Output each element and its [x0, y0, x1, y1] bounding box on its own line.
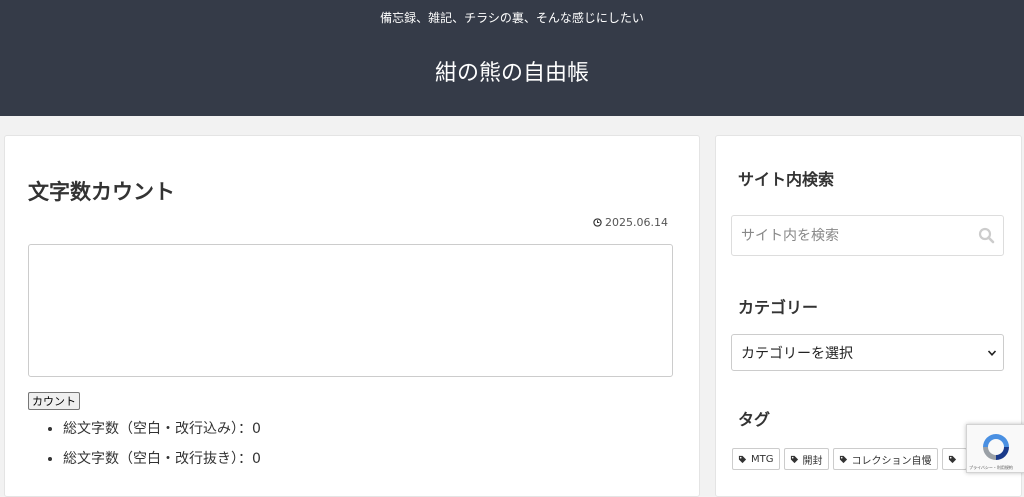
site-title[interactable]: 紺の熊の自由帳 — [0, 55, 1024, 87]
main-content-card: 文字数カウント 2025.06.14 カウント 総文字数（空白・改行込み）：0 … — [4, 135, 700, 497]
clock-icon — [593, 218, 602, 227]
site-tagline: 備忘録、雑記、チラシの裏、そんな感じにしたい — [380, 11, 644, 25]
tag-icon — [948, 455, 956, 463]
recaptcha-badge[interactable]: プライバシー・利用規約 — [966, 424, 1024, 473]
page-title: 文字数カウント — [28, 180, 175, 204]
result-list: 総文字数（空白・改行込み）：0 総文字数（空白・改行抜き）：0 — [45, 419, 261, 479]
search-box — [731, 215, 1004, 256]
tag-label: コレクション自慢 — [851, 455, 932, 467]
tag-label: 開封 — [802, 455, 823, 467]
category-select-value: カテゴリーを選択 — [741, 345, 853, 362]
chevron-down-icon — [987, 350, 997, 356]
tag-icon — [839, 455, 847, 463]
result-total-without-spaces: 総文字数（空白・改行抜き）：0 — [63, 449, 261, 479]
recaptcha-logo — [983, 434, 1009, 460]
tag-icon — [738, 455, 747, 463]
tag-icon — [790, 455, 798, 463]
search-widget-title: サイト内検索 — [738, 170, 835, 189]
search-icon[interactable] — [978, 227, 995, 244]
tag-label: MTG — [751, 453, 774, 465]
text-input-area[interactable] — [28, 244, 673, 377]
tag-kaifu[interactable]: 開封 — [783, 448, 829, 470]
tag-cloud: MTG 開封 コレクション自慢 — [732, 448, 967, 470]
count-button[interactable]: カウント — [28, 392, 80, 410]
recaptcha-text[interactable]: プライバシー・利用規約 — [969, 465, 1013, 471]
result-total-with-spaces: 総文字数（空白・改行込み）：0 — [63, 419, 261, 449]
search-input[interactable] — [732, 216, 980, 255]
tag-partial[interactable] — [941, 448, 967, 470]
category-widget-title: カテゴリー — [738, 298, 819, 317]
category-select[interactable]: カテゴリーを選択 — [731, 334, 1004, 371]
post-date: 2025.06.14 — [593, 216, 668, 229]
site-header: 備忘録、雑記、チラシの裏、そんな感じにしたい 紺の熊の自由帳 — [0, 0, 1024, 116]
tag-mtg[interactable]: MTG — [732, 448, 780, 470]
tag-collection[interactable]: コレクション自慢 — [832, 448, 938, 470]
post-date-text: 2025.06.14 — [605, 216, 668, 229]
tag-widget-title: タグ — [738, 410, 771, 429]
